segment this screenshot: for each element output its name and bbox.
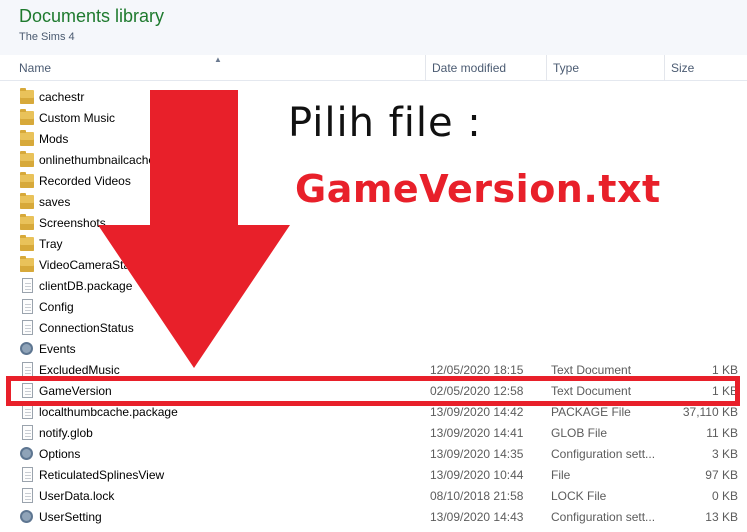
folder-icon [20,130,34,146]
row-date-modified: 13/09/2020 14:43 [430,510,524,524]
row-type: File [551,468,571,482]
file-row[interactable]: ReticulatedSplinesView 13/09/2020 10:44 Fi… [0,465,747,486]
row-name: Custom Music [39,111,116,125]
row-name: Screenshots [39,216,106,230]
config-file-icon [20,447,33,460]
folder-icon [20,109,34,125]
file-row[interactable]: UserData.lock 08/10/2018 21:58 LOCK File 0 … [0,486,747,507]
row-name: UserData.lock [39,489,115,503]
row-type: Configuration sett... [551,447,656,461]
row-name: clientDB.package [39,279,133,293]
file-icon [22,404,33,419]
row-name: UserSetting [39,510,102,524]
file-icon [22,467,33,482]
file-icon [22,488,33,503]
library-subtitle: The Sims 4 [19,31,75,43]
folder-icon [20,88,34,104]
row-name: notify.glob [39,426,93,440]
highlight-box [6,376,740,406]
file-row[interactable]: notify.glob 13/09/2020 14:41 GLOB File 11 K… [0,423,747,444]
row-name: VideoCameraStash [39,258,143,272]
row-date-modified: 13/09/2020 14:41 [430,426,524,440]
library-title: Documents library [19,6,165,26]
row-type: LOCK File [551,489,607,503]
row-size: 0 KB [711,489,738,503]
annotation-filename: GameVersion.txt [295,167,661,211]
file-icon [22,278,33,293]
row-name: Mods [39,132,69,146]
row-size: 3 KB [711,447,738,461]
folder-icon [20,214,34,230]
file-row[interactable]: UserSetting 13/09/2020 14:43 Configuration… [0,507,747,528]
column-header-bar: ▲ Name Date modified Type Size [0,55,747,81]
row-name: ConnectionStatus [39,321,134,335]
file-icon [22,425,33,440]
row-name: Config [39,300,74,314]
row-name: Options [39,447,81,461]
folder-icon [20,256,34,272]
row-size: 11 KB [706,426,738,440]
row-name: onlinethumbnailcache [39,153,156,167]
config-file-icon [20,510,33,523]
row-name: saves [39,195,71,209]
row-name: cachestr [39,90,85,104]
config-file-icon [20,342,33,355]
row-size: 13 KB [705,510,738,524]
row-name: ReticulatedSplinesView [39,468,165,482]
row-size: 97 KB [705,468,738,482]
column-header-name[interactable]: Name [0,55,425,81]
folder-icon [20,235,34,251]
library-header: Documents library The Sims 4 [0,0,747,55]
row-date-modified: 08/10/2018 21:58 [430,489,524,503]
row-name: Recorded Videos [39,174,131,188]
row-date-modified: 13/09/2020 14:35 [430,447,524,461]
row-type: GLOB File [551,426,608,440]
file-row[interactable]: Options 13/09/2020 14:35 Configuration set… [0,444,747,465]
row-date-modified: 13/09/2020 10:44 [430,468,524,482]
folder-icon [20,193,34,209]
column-header-date[interactable]: Date modified [425,55,546,81]
annotation-instruction: Pilih file : [288,100,482,146]
column-header-size[interactable]: Size [664,55,747,81]
file-icon [22,299,33,314]
file-icon [22,320,33,335]
row-type: Configuration sett... [551,510,656,524]
column-header-type[interactable]: Type [546,55,664,81]
folder-icon [20,172,34,188]
row-name: Events [39,342,76,356]
row-name: Tray [39,237,63,251]
file-icon [22,362,33,377]
folder-icon [20,151,34,167]
